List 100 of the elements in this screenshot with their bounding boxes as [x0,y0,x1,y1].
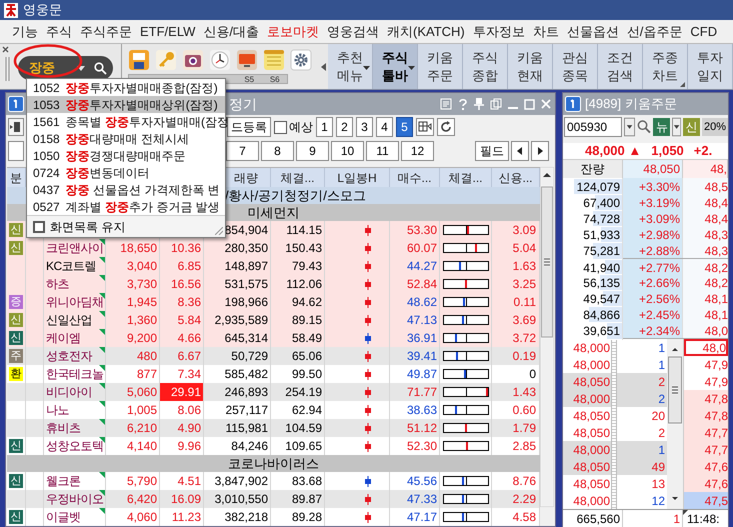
menu-item[interactable]: 선/옵주문 [626,22,682,42]
page-button[interactable]: 1 [316,117,333,137]
menu-item[interactable]: 1052 장중투자자별매매종합(잠정) [27,79,225,96]
grid-layout-icon[interactable] [416,118,434,136]
column-header[interactable]: 매수... [397,168,432,186]
table-row[interactable]: 신 케이엠 9,200 4.66 645,314 58.49 36.91 3.72 [7,329,540,347]
menu-item[interactable]: 0437 장중 선물옵션 가격제한폭 변 [27,181,225,198]
next-icon[interactable] [531,141,549,161]
stock-name[interactable]: 크린앤사이 [46,239,104,257]
quote-cell[interactable]: 47,7 [684,441,728,458]
tab-button[interactable]: 7 [226,141,259,161]
refresh-icon[interactable] [437,118,455,136]
table-row[interactable]: 우정바이오 6,420 16.09 3,010,550 89.87 47.33 2.29 [7,490,540,508]
tab-button[interactable]: 8 [261,141,294,161]
stock-name[interactable]: 위니아딤채 [46,293,104,311]
column-header[interactable]: 래량 [234,168,258,186]
menu-item[interactable]: 주식주문 [80,22,132,42]
toolbar-button[interactable]: 주종 차트 [643,44,688,89]
type-button[interactable]: 뉴 [653,118,670,136]
scroll-left-icon[interactable] [320,62,326,70]
checkbox[interactable] [33,220,45,232]
table-row[interactable]: 휴비츠 6,210 4.90 115,981 104.59 51.12 1.79 [7,419,540,437]
stock-code-field[interactable]: 005930 [564,117,622,137]
column-header[interactable]: 분 [10,168,22,186]
menu-item[interactable]: 주식 [46,22,72,42]
stock-name[interactable]: 이글벳 [46,508,80,526]
toolbar-button[interactable]: 추천 메뉴 [328,44,373,89]
menu-item[interactable]: 0724 장중변동데이터 [27,164,225,181]
stock-name[interactable]: 나노 [46,401,69,419]
table-row[interactable]: 신 신일산업 1,360 5.84 2,935,589 89.15 47.13 3.69 [7,311,540,329]
stock-name[interactable]: 휴비츠 [46,419,80,437]
stock-name[interactable]: 신일산업 [46,311,92,329]
tab-button[interactable]: 10 [331,141,364,161]
quote-cell[interactable]: 47,8 [684,390,728,407]
monitor-icon[interactable] [236,49,258,71]
toolbar-button[interactable]: 조건 검색 [598,44,643,89]
quote-cell[interactable]: 47,9 [684,356,728,373]
table-row[interactable]: 증 위니아딤채 1,945 8.36 198,966 94.62 48.62 0.11 [7,293,540,311]
toolbar-button[interactable]: 키움 주문 [418,44,463,89]
quote-cell[interactable]: 48,0 [684,339,728,356]
table-row[interactable]: 신 이글벳 4,060 11.23 382,218 89.28 47.17 4.58 [7,508,540,526]
quote-cell[interactable]: 47,6 [684,475,728,492]
page-button[interactable]: 4 [376,117,393,137]
stock-name[interactable]: 웰크론 [46,472,80,490]
toolbar-button[interactable]: 주식 툴바 [373,44,418,89]
table-row[interactable]: 신 웰크론 5,790 4.51 3,847,902 83.68 45.56 8.76 [7,472,540,490]
toolbar-button[interactable]: 관심 종목 [553,44,598,89]
stock-name[interactable]: 케이엠 [46,329,80,347]
column-header[interactable]: 체결... [280,168,314,186]
quote-cell[interactable]: 47,8 [684,407,728,424]
tab-button[interactable]: 12 [401,141,434,161]
field-button[interactable]: 필드 [475,141,509,161]
clock-icon[interactable] [209,49,231,71]
column-header[interactable]: 신용... [498,168,532,186]
table-row[interactable]: 주 성호전자 480 6.67 50,729 65.06 39.41 0.19 [7,347,540,365]
checkbox[interactable] [274,120,287,134]
table-row[interactable]: 비디아이 5,060 29.91 246,893 254.19 71.77 1.43 [7,383,540,401]
table-row[interactable]: 환 한국테크놀 877 7.34 585,482 99.50 49.87 0 [7,365,540,383]
stock-name[interactable]: 성호전자 [46,347,92,365]
stock-name[interactable]: 성창오토텍 [46,437,104,455]
search-icon[interactable] [636,119,652,135]
caret-icon[interactable] [77,66,85,70]
toolbar-button[interactable]: 투자 일지 [688,44,733,89]
page-button[interactable]: 3 [356,117,373,137]
settings-icon[interactable] [290,49,312,71]
tab-button[interactable]: 9 [296,141,329,161]
menu-item[interactable]: 신용/대출 [203,22,259,42]
table-row[interactable]: 신 크린앤사이 18,650 10.36 280,350 150.43 60.07 5.04 [7,239,540,257]
menu-item[interactable]: 선물옵션 [566,22,619,42]
menu-item[interactable]: 0158 장중대량매매 전체시세 [27,130,225,147]
grip-handle-icon[interactable] [5,57,10,81]
menu-item[interactable]: 1053 장중투자자별매매상위(잠정) [27,96,225,113]
menu-item[interactable]: 0527 계좌별 장중추가 증거금 발생 [27,198,225,215]
table-row[interactable]: 신 성창오토텍 4,140 9.96 84,246 109.65 52.30 2.85 [7,437,540,455]
stock-name[interactable]: KC코트렐 [46,257,96,275]
page-button[interactable]: 2 [336,117,353,137]
menu-item[interactable]: 로보마켓 [267,22,319,42]
stock-name[interactable]: 비디아이 [46,383,92,401]
quote-cell[interactable]: 47,7 [684,424,728,441]
table-row[interactable]: 하츠 3,730 16.56 531,575 112.06 52.84 3.25 [7,275,540,293]
panel-toggle-icon[interactable] [8,118,24,136]
menu-item[interactable]: ETF/ELW [140,22,196,42]
search-icon[interactable] [94,62,107,74]
menu-item[interactable]: 기능 [12,22,38,42]
toolbar-button[interactable]: 주식 종합 [463,44,508,89]
menu-item[interactable]: 1050 장중경쟁대량매매주문 [27,147,225,164]
stock-name[interactable]: 하츠 [46,275,69,293]
menu-item[interactable]: 투자정보 [472,22,525,42]
camera-icon[interactable] [182,49,204,71]
toolbar-button[interactable]: 키움 현재 [508,44,553,89]
previous-icon[interactable] [511,141,529,161]
tab-button[interactable]: 11 [366,141,399,161]
stock-name[interactable]: 우정바이오 [46,490,104,508]
close-icon[interactable] [2,46,9,53]
tab-button[interactable] [8,141,24,161]
table-row[interactable]: KC코트렐 3,040 6.85 148,897 79.43 44.27 1.63 [7,257,540,275]
column-header[interactable]: 체결... [448,168,482,186]
quote-cell[interactable]: 47,6 [684,458,728,475]
quote-cell[interactable]: 47,9 [684,373,728,390]
vertical-scrollbar[interactable] [540,167,554,507]
